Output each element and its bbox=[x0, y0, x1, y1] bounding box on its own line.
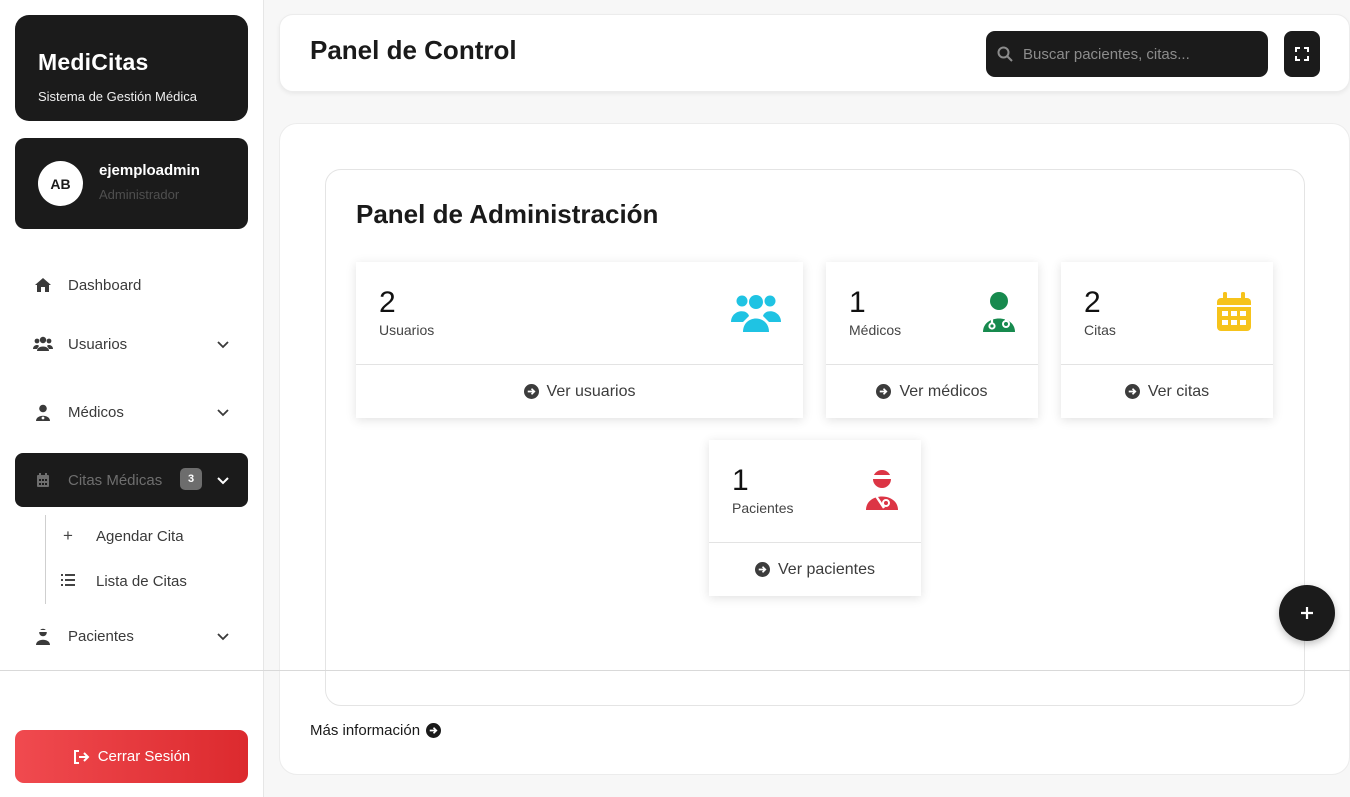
submenu-item-lista-de-citas[interactable]: Lista de Citas bbox=[58, 566, 248, 596]
sidebar-item-label: Citas Médicas bbox=[68, 471, 163, 489]
card-link-label: Ver usuarios bbox=[546, 382, 636, 400]
list-icon bbox=[58, 571, 78, 591]
card-link-label: Ver médicos bbox=[899, 382, 988, 400]
view-patients-link[interactable]: Ver pacientes bbox=[709, 543, 921, 596]
brand-subtitle: Sistema de Gestión Médica bbox=[38, 89, 197, 104]
card-link-label: Ver pacientes bbox=[778, 560, 875, 578]
submenu-item-label: Lista de Citas bbox=[96, 572, 187, 590]
arrow-circle-right-icon bbox=[755, 562, 771, 577]
stat-label: Médicos bbox=[849, 322, 902, 338]
user-card: AB ejemploadmin Administrador bbox=[15, 138, 248, 229]
arrow-circle-right-icon bbox=[876, 384, 892, 399]
count-badge: 3 bbox=[180, 468, 202, 490]
avatar: AB bbox=[38, 161, 83, 206]
sign-out-icon bbox=[73, 749, 90, 764]
submenu-item-label: Agendar Cita bbox=[96, 527, 184, 545]
doctor-icon bbox=[32, 402, 54, 422]
logout-button[interactable]: Cerrar Sesión bbox=[15, 730, 248, 783]
fullscreen-button[interactable] bbox=[1284, 31, 1320, 77]
stat-value: 1 bbox=[849, 286, 866, 319]
stat-value: 2 bbox=[379, 286, 396, 319]
patient-icon bbox=[857, 468, 907, 512]
sidebar-item-medicos[interactable]: Médicos bbox=[15, 385, 248, 439]
sidebar-item-usuarios[interactable]: Usuarios bbox=[15, 317, 248, 371]
arrow-circle-right-icon bbox=[426, 723, 442, 738]
calendar-icon bbox=[32, 470, 54, 490]
doctor-icon bbox=[974, 290, 1024, 334]
view-users-link[interactable]: Ver usuarios bbox=[356, 365, 803, 418]
user-name: ejemploadmin bbox=[99, 162, 200, 179]
logout-label: Cerrar Sesión bbox=[97, 748, 191, 765]
calendar-icon bbox=[1209, 290, 1259, 334]
more-info-link[interactable]: Más información bbox=[310, 722, 442, 739]
submenu-item-agendar-cita[interactable]: + Agendar Cita bbox=[58, 521, 248, 551]
search-box bbox=[986, 31, 1268, 77]
expand-icon bbox=[1295, 47, 1309, 61]
chevron-down-icon bbox=[217, 633, 229, 641]
top-header: Panel de Control bbox=[279, 14, 1350, 92]
admin-panel bbox=[325, 169, 1305, 706]
sidebar-item-dashboard[interactable]: Dashboard bbox=[15, 258, 248, 312]
stat-value: 2 bbox=[1084, 286, 1101, 319]
stat-label: Citas bbox=[1084, 322, 1116, 338]
arrow-circle-right-icon bbox=[1124, 384, 1140, 399]
admin-panel-title: Panel de Administración bbox=[356, 199, 659, 229]
view-doctors-link[interactable]: Ver médicos bbox=[826, 365, 1038, 418]
home-icon bbox=[32, 275, 54, 295]
add-button[interactable] bbox=[1279, 585, 1335, 641]
sidebar-item-pacientes[interactable]: Pacientes bbox=[15, 609, 248, 663]
card-link-label: Ver citas bbox=[1147, 382, 1210, 400]
arrow-circle-right-icon bbox=[523, 384, 539, 399]
sidebar-item-label: Usuarios bbox=[68, 335, 128, 353]
stat-label: Usuarios bbox=[379, 322, 435, 338]
sidebar: MediCitas Sistema de Gestión Médica AB e… bbox=[0, 0, 264, 797]
plus-icon: + bbox=[63, 526, 73, 545]
sidebar-item-label: Médicos bbox=[68, 403, 124, 421]
brand-title: MediCitas bbox=[38, 49, 149, 75]
brand-block: MediCitas Sistema de Gestión Médica bbox=[15, 15, 248, 121]
chevron-down-icon bbox=[217, 409, 229, 417]
users-icon bbox=[731, 290, 781, 334]
plus-icon bbox=[1301, 607, 1313, 619]
stat-card-pacientes: 1 Pacientes Ver pacientes bbox=[709, 440, 921, 596]
sidebar-item-citas-medicas[interactable]: Citas Médicas 3 bbox=[15, 453, 248, 507]
stat-card-medicos: 1 Médicos Ver médicos bbox=[826, 262, 1038, 418]
sidebar-item-label: Pacientes bbox=[68, 627, 134, 645]
users-icon bbox=[32, 334, 54, 354]
patient-icon bbox=[32, 626, 54, 646]
user-role: Administrador bbox=[99, 187, 180, 202]
chevron-down-icon bbox=[217, 341, 229, 349]
stat-label: Pacientes bbox=[732, 500, 794, 516]
search-icon bbox=[997, 46, 1013, 62]
chevron-down-icon bbox=[217, 477, 229, 485]
submenu-line bbox=[45, 515, 46, 604]
stat-value: 1 bbox=[732, 464, 749, 497]
stat-card-citas: 2 Citas Ver citas bbox=[1061, 262, 1273, 418]
search-input[interactable] bbox=[1023, 31, 1258, 77]
view-appointments-link[interactable]: Ver citas bbox=[1061, 365, 1273, 418]
page-divider bbox=[0, 670, 1350, 671]
page-title: Panel de Control bbox=[310, 35, 517, 65]
sidebar-item-label: Dashboard bbox=[68, 276, 142, 294]
stat-card-usuarios: 2 Usuarios Ver usuarios bbox=[356, 262, 803, 418]
more-info-label: Más información bbox=[310, 722, 421, 739]
